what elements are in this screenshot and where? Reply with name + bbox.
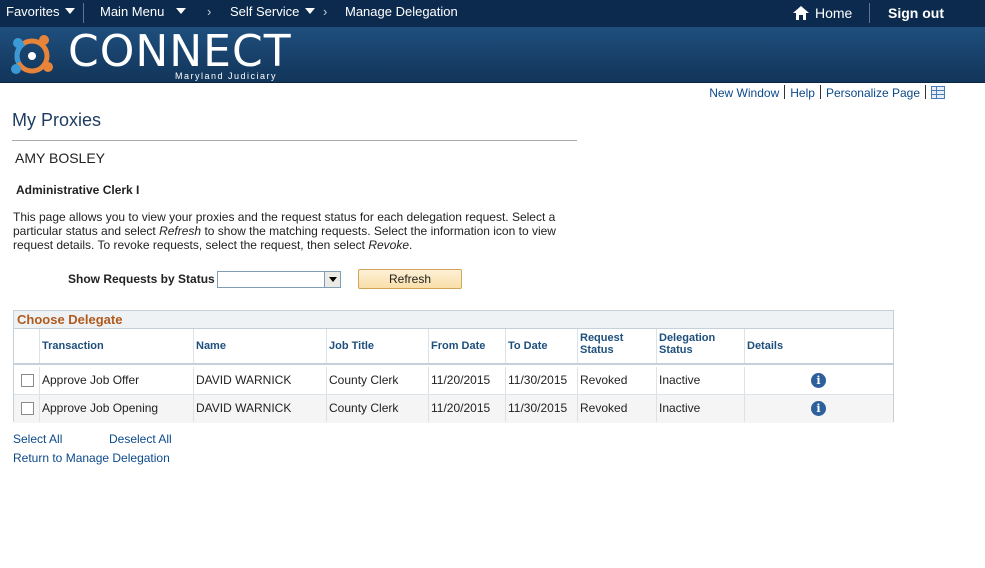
nav-divider xyxy=(83,3,84,23)
self-service-label: Self Service xyxy=(230,4,300,19)
chevron-down-icon xyxy=(305,8,316,14)
header-from-date: From Date xyxy=(428,329,505,363)
select-all-link[interactable]: Select All xyxy=(13,432,62,446)
details-cell: i xyxy=(744,395,893,422)
title-divider xyxy=(12,140,577,141)
home-link[interactable]: Home xyxy=(793,5,852,21)
name-cell: DAVID WARNICK xyxy=(193,395,326,422)
header-delegation-status: Delegation Status xyxy=(656,329,744,363)
name-cell: DAVID WARNICK xyxy=(193,367,326,394)
table-row: Approve Job Offer DAVID WARNICK County C… xyxy=(14,367,893,395)
main-menu-label: Main Menu xyxy=(100,4,165,19)
page-title: My Proxies xyxy=(12,110,102,130)
header-request-status: Request Status xyxy=(577,329,656,363)
new-window-link[interactable]: New Window xyxy=(709,86,779,100)
header-job-title: Job Title xyxy=(326,329,428,363)
job-title-cell: County Clerk xyxy=(326,395,428,422)
status-select[interactable] xyxy=(217,271,341,288)
request-status-cell: Revoked xyxy=(577,395,656,422)
choose-delegate-grid: Choose Delegate Transaction Name Job Tit… xyxy=(13,310,894,423)
job-title-cell: County Clerk xyxy=(326,367,428,394)
chevron-down-icon xyxy=(176,8,187,14)
help-link[interactable]: Help xyxy=(790,86,815,100)
refresh-button[interactable]: Refresh xyxy=(358,269,462,289)
header-details: Details xyxy=(744,329,893,363)
page-links: New Window Help Personalize Page xyxy=(709,85,945,100)
grid-header-row: Transaction Name Job Title From Date To … xyxy=(14,329,893,365)
to-date-cell: 11/30/2015 xyxy=(505,367,577,394)
link-divider xyxy=(784,85,786,99)
table-row: Approve Job Opening DAVID WARNICK County… xyxy=(14,395,893,423)
request-status-cell: Revoked xyxy=(577,367,656,394)
job-role: Administrative Clerk I xyxy=(16,183,140,197)
home-icon xyxy=(793,6,809,20)
grid-title: Choose Delegate xyxy=(14,311,893,329)
transaction-cell: Approve Job Opening xyxy=(39,395,193,422)
row-checkbox[interactable] xyxy=(21,374,34,387)
details-cell: i xyxy=(744,367,893,394)
header-transaction: Transaction xyxy=(39,329,193,363)
personalize-grid-icon[interactable] xyxy=(931,86,945,99)
to-date-cell: 11/30/2015 xyxy=(505,395,577,422)
intro-text: This page allows you to view your proxie… xyxy=(13,210,556,252)
header-select xyxy=(14,329,39,363)
favorites-label: Favorites xyxy=(6,4,60,19)
favorites-menu[interactable]: Favorites xyxy=(6,4,76,19)
chevron-down-icon xyxy=(65,8,76,14)
breadcrumb-chevron-icon: › xyxy=(207,4,212,19)
transaction-cell: Approve Job Offer xyxy=(39,367,193,394)
info-icon[interactable]: i xyxy=(811,373,826,388)
header-name: Name xyxy=(193,329,326,363)
sign-out-link[interactable]: Sign out xyxy=(888,5,944,21)
info-icon[interactable]: i xyxy=(811,401,826,416)
brand-name: CONNECT xyxy=(68,26,292,77)
breadcrumb-chevron-icon: › xyxy=(323,4,328,19)
main-menu[interactable]: Main Menu xyxy=(100,4,187,19)
home-label: Home xyxy=(815,5,853,21)
from-date-cell: 11/20/2015 xyxy=(428,395,505,422)
delegation-status-cell: Inactive xyxy=(656,395,744,422)
nav-divider xyxy=(869,3,870,23)
from-date-cell: 11/20/2015 xyxy=(428,367,505,394)
top-nav-bar: Favorites Main Menu › Self Service › Man… xyxy=(0,0,985,27)
select-cell xyxy=(14,395,39,422)
self-service-menu[interactable]: Self Service xyxy=(230,4,316,19)
row-checkbox[interactable] xyxy=(21,402,34,415)
link-divider xyxy=(819,85,821,99)
breadcrumb-current[interactable]: Manage Delegation xyxy=(345,4,458,19)
select-cell xyxy=(14,367,39,394)
deselect-all-link[interactable]: Deselect All xyxy=(109,432,172,446)
status-filter-label: Show Requests by Status xyxy=(68,272,215,286)
person-name: AMY BOSLEY xyxy=(15,150,106,166)
app-banner: CONNECT Maryland Judiciary xyxy=(0,27,985,83)
connect-logo-icon xyxy=(11,35,53,74)
personalize-page-link[interactable]: Personalize Page xyxy=(826,86,920,100)
header-to-date: To Date xyxy=(505,329,577,363)
delegation-status-cell: Inactive xyxy=(656,367,744,394)
return-to-manage-delegation-link[interactable]: Return to Manage Delegation xyxy=(13,451,170,465)
brand-subtitle: Maryland Judiciary xyxy=(175,71,278,81)
dropdown-arrow-icon[interactable] xyxy=(324,272,340,287)
link-divider xyxy=(925,85,926,99)
